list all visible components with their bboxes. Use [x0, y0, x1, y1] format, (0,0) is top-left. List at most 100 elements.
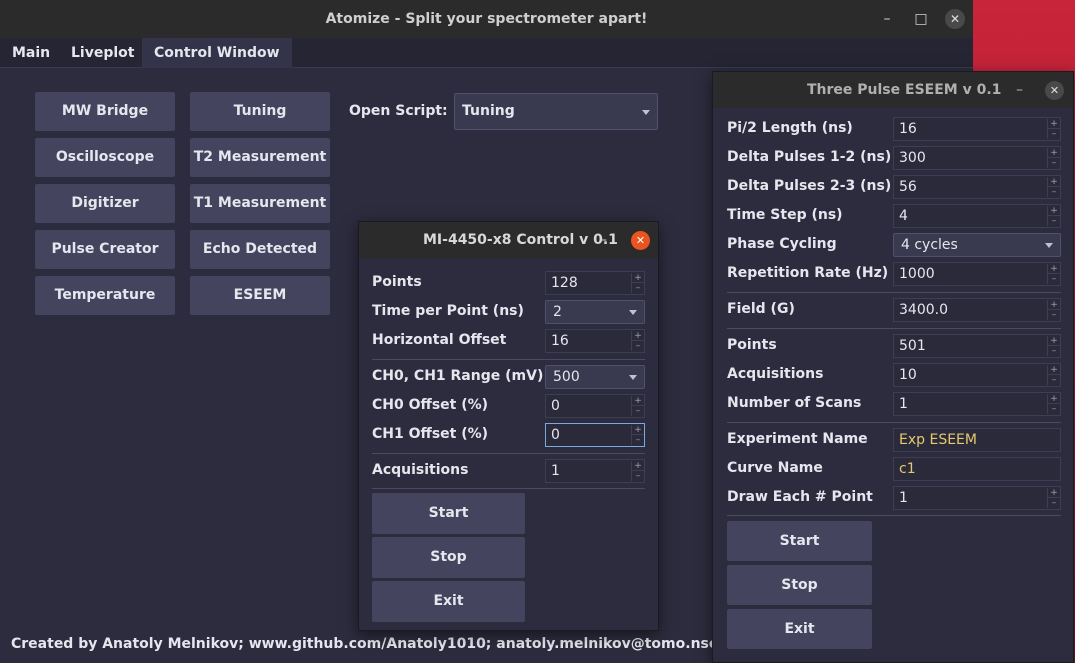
maximize-button[interactable]: □: [909, 0, 933, 38]
tab-liveplot[interactable]: Liveplot: [59, 38, 146, 68]
eseem-exit-button[interactable]: Exit: [727, 609, 872, 649]
spin-arrows[interactable]: + –: [1047, 119, 1060, 139]
mi-close-button[interactable]: ✕: [631, 231, 650, 250]
spin-up-icon[interactable]: +: [1048, 488, 1060, 498]
spin-up-icon[interactable]: +: [632, 461, 644, 471]
spin-arrows[interactable]: + –: [631, 273, 644, 293]
spin-arrows[interactable]: + –: [1047, 488, 1060, 508]
eseem-delta-12-label: Delta Pulses 1-2 (ns): [727, 149, 892, 165]
spin-up-icon[interactable]: +: [1048, 177, 1060, 187]
spin-down-icon[interactable]: –: [632, 435, 644, 445]
spin-up-icon[interactable]: +: [632, 331, 644, 341]
spin-arrows[interactable]: + –: [631, 331, 644, 351]
spin-arrows[interactable]: + –: [1047, 365, 1060, 385]
tab-main[interactable]: Main: [0, 38, 62, 68]
mi-dialog-titlebar[interactable]: MI-4450-x8 Control v 0.1: [359, 222, 658, 258]
spin-down-icon[interactable]: –: [632, 341, 644, 351]
spin-up-icon[interactable]: +: [1048, 119, 1060, 129]
spin-down-icon[interactable]: –: [632, 283, 644, 293]
echo-detected-button[interactable]: Echo Detected: [190, 230, 330, 269]
mi-horizontal-offset-input[interactable]: 16 + –: [545, 329, 645, 353]
eseem-time-step-input[interactable]: 4 + –: [893, 204, 1061, 228]
oscilloscope-button[interactable]: Oscilloscope: [35, 138, 175, 177]
mi-range-select[interactable]: 500: [545, 365, 645, 389]
eseem-repetition-rate-input[interactable]: 1000 + –: [893, 262, 1061, 286]
eseem-acquisitions-input[interactable]: 10 + –: [893, 363, 1061, 387]
spin-arrows[interactable]: + –: [1047, 300, 1060, 320]
spin-arrows[interactable]: + –: [1047, 148, 1060, 168]
spin-down-icon[interactable]: –: [1048, 274, 1060, 284]
spin-down-icon[interactable]: –: [1048, 216, 1060, 226]
eseem-stop-button[interactable]: Stop: [727, 565, 872, 605]
mi-ch1-offset-label: CH1 Offset (%): [372, 426, 489, 442]
mi-points-input[interactable]: 128 + –: [545, 271, 645, 295]
eseem-start-button[interactable]: Start: [727, 521, 872, 561]
mi-ch1-offset-input[interactable]: 0 + –: [545, 423, 645, 447]
tuning-button[interactable]: Tuning: [190, 92, 330, 131]
eseem-field-input[interactable]: 3400.0 + –: [893, 298, 1061, 322]
eseem-minimize-button[interactable]: –: [1016, 72, 1023, 108]
spin-down-icon[interactable]: –: [1048, 129, 1060, 139]
spin-down-icon[interactable]: –: [632, 406, 644, 416]
main-titlebar[interactable]: Atomize - Split your spectrometer apart!: [0, 0, 973, 38]
spin-arrows[interactable]: + –: [1047, 177, 1060, 197]
spin-arrows[interactable]: + –: [631, 396, 644, 416]
eseem-number-of-scans-input[interactable]: 1 + –: [893, 392, 1061, 416]
spin-arrows[interactable]: + –: [1047, 264, 1060, 284]
spin-arrows[interactable]: + –: [1047, 394, 1060, 414]
spin-down-icon[interactable]: –: [1048, 375, 1060, 385]
mi-minimize-button[interactable]: –: [600, 222, 607, 258]
eseem-draw-each-input[interactable]: 1 + –: [893, 486, 1061, 510]
spin-down-icon[interactable]: –: [1048, 187, 1060, 197]
spin-down-icon[interactable]: –: [1048, 158, 1060, 168]
open-script-select[interactable]: Tuning: [454, 93, 658, 130]
spin-up-icon[interactable]: +: [1048, 148, 1060, 158]
eseem-delta-23-input[interactable]: 56 + –: [893, 175, 1061, 199]
mi-stop-button[interactable]: Stop: [372, 537, 525, 578]
spin-arrows[interactable]: + –: [631, 425, 644, 445]
mi-acquisitions-input[interactable]: 1 + –: [545, 459, 645, 483]
mi-time-per-point-select[interactable]: 2: [545, 300, 645, 324]
spin-up-icon[interactable]: +: [1048, 394, 1060, 404]
eseem-points-value: 501: [899, 338, 926, 354]
minimize-button[interactable]: –: [875, 0, 899, 38]
spin-down-icon[interactable]: –: [632, 471, 644, 481]
spin-arrows[interactable]: + –: [631, 461, 644, 481]
eseem-experiment-name-input[interactable]: Exp ESEEM: [893, 428, 1061, 452]
separator: [372, 488, 645, 489]
spin-up-icon[interactable]: +: [632, 396, 644, 406]
t1-measurement-button[interactable]: T1 Measurement: [190, 184, 330, 223]
spin-up-icon[interactable]: +: [1048, 336, 1060, 346]
spin-down-icon[interactable]: –: [1048, 346, 1060, 356]
close-button[interactable]: ✕: [945, 9, 965, 29]
eseem-points-input[interactable]: 501 + –: [893, 334, 1061, 358]
eseem-close-button[interactable]: ✕: [1045, 81, 1064, 100]
mw-bridge-button[interactable]: MW Bridge: [35, 92, 175, 131]
spin-down-icon[interactable]: –: [1048, 310, 1060, 320]
spin-up-icon[interactable]: +: [1048, 206, 1060, 216]
eseem-pi2-length-input[interactable]: 16 + –: [893, 117, 1061, 141]
main-window-title: Atomize - Split your spectrometer apart!: [325, 11, 648, 27]
tab-control-window[interactable]: Control Window: [142, 38, 292, 68]
spin-down-icon[interactable]: –: [1048, 404, 1060, 414]
eseem-curve-name-input[interactable]: c1: [893, 457, 1061, 481]
spin-up-icon[interactable]: +: [1048, 300, 1060, 310]
spin-arrows[interactable]: + –: [1047, 206, 1060, 226]
spin-arrows[interactable]: + –: [1047, 336, 1060, 356]
t2-measurement-button[interactable]: T2 Measurement: [190, 138, 330, 177]
mi-exit-button[interactable]: Exit: [372, 581, 525, 622]
spin-up-icon[interactable]: +: [1048, 264, 1060, 274]
eseem-phase-cycling-select[interactable]: 4 cycles: [893, 233, 1061, 257]
digitizer-button[interactable]: Digitizer: [35, 184, 175, 223]
eseem-button[interactable]: ESEEM: [190, 276, 330, 315]
temperature-button[interactable]: Temperature: [35, 276, 175, 315]
spin-up-icon[interactable]: +: [1048, 365, 1060, 375]
spin-down-icon[interactable]: –: [1048, 498, 1060, 508]
spin-up-icon[interactable]: +: [632, 425, 644, 435]
pulse-creator-button[interactable]: Pulse Creator: [35, 230, 175, 269]
mi-start-button[interactable]: Start: [372, 493, 525, 534]
spin-up-icon[interactable]: +: [632, 273, 644, 283]
eseem-field-label: Field (G): [727, 301, 795, 317]
mi-ch0-offset-input[interactable]: 0 + –: [545, 394, 645, 418]
eseem-delta-12-input[interactable]: 300 + –: [893, 146, 1061, 170]
